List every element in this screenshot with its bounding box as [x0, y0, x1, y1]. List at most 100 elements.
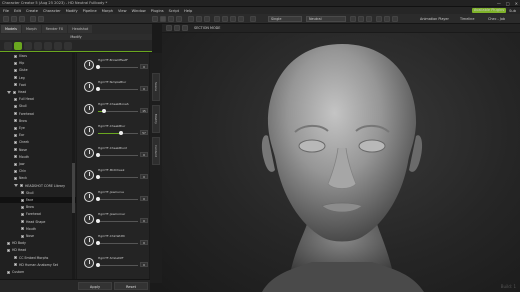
tree-item[interactable]: Face — [0, 197, 76, 203]
available-plugins-badge[interactable]: Available Plugins — [471, 8, 507, 13]
new-file-icon[interactable] — [3, 16, 9, 22]
sub-label[interactable]: Sub — [509, 9, 516, 13]
view-mode-dropdown[interactable]: Neutral — [306, 16, 346, 22]
material-icon[interactable] — [24, 42, 32, 50]
dial-icon[interactable] — [84, 126, 94, 136]
slider-track[interactable] — [98, 109, 138, 113]
tree-item[interactable]: Hip — [14, 60, 24, 66]
menu-script[interactable]: Script — [169, 9, 179, 13]
menu-character[interactable]: Character — [43, 9, 61, 13]
tab-render-fx[interactable]: Render FX — [41, 25, 68, 33]
tree-item-checkbox[interactable] — [21, 234, 24, 238]
dial-icon[interactable] — [84, 236, 94, 246]
rotate-icon[interactable] — [168, 16, 174, 22]
tree-item[interactable]: HEADSHOT CORE Library — [14, 183, 65, 189]
info-icon[interactable] — [358, 16, 364, 22]
slider-value-field[interactable]: 0 — [140, 218, 148, 223]
dial-icon[interactable] — [84, 82, 94, 92]
undo-icon[interactable] — [30, 16, 36, 22]
tab-morph[interactable]: Morph — [21, 25, 41, 33]
tree-item-checkbox[interactable] — [21, 220, 24, 224]
tree-item-checkbox[interactable] — [21, 205, 24, 209]
slider-track[interactable] — [96, 87, 138, 91]
grid-icon[interactable] — [222, 16, 228, 22]
tree-item[interactable]: HD Head — [7, 247, 26, 253]
slider-handle[interactable] — [96, 219, 100, 223]
slider-value-field[interactable]: 0 — [140, 196, 148, 201]
tree-item[interactable]: Custom — [7, 269, 24, 275]
tree-item-checkbox[interactable] — [14, 61, 17, 65]
slider-value-field[interactable]: 0 — [140, 152, 148, 157]
timeline-button[interactable]: Timeline — [460, 16, 474, 22]
tree-item-checkbox[interactable] — [14, 76, 17, 80]
slider-track[interactable] — [96, 241, 138, 245]
tree-item-checkbox[interactable] — [21, 198, 24, 202]
slider-handle[interactable] — [96, 263, 100, 267]
tree-item[interactable]: Skull — [14, 103, 27, 109]
tree-item[interactable]: Glute — [14, 67, 28, 73]
slider-track[interactable] — [96, 263, 138, 267]
animation-player-button[interactable]: Animation Player — [420, 16, 449, 22]
face-icon[interactable] — [64, 42, 72, 50]
tree-item[interactable]: Forehead — [21, 211, 41, 217]
slider-track[interactable] — [98, 131, 138, 135]
tree-item-checkbox[interactable] — [14, 162, 17, 166]
tree-item-checkbox[interactable] — [14, 263, 17, 267]
tree-item-checkbox[interactable] — [14, 133, 17, 137]
pose-icon[interactable] — [54, 42, 62, 50]
motion-icon[interactable] — [34, 42, 42, 50]
tree-item[interactable]: Skull — [21, 190, 34, 196]
tree-item[interactable]: Brow — [21, 204, 34, 210]
dial-icon[interactable] — [84, 192, 94, 202]
move-icon[interactable] — [160, 16, 166, 22]
tree-item[interactable]: Head — [7, 89, 26, 95]
tree-item[interactable]: Nose — [21, 233, 34, 239]
tree-item[interactable]: Jaw — [14, 161, 25, 167]
tree-item[interactable]: Eye — [14, 125, 25, 131]
dial-icon[interactable] — [84, 214, 94, 224]
tree-item-checkbox[interactable] — [21, 191, 24, 195]
morph-icon[interactable] — [14, 42, 22, 50]
attribute-icon[interactable] — [4, 42, 12, 50]
menu-file[interactable]: File — [3, 9, 9, 13]
tab-headshot[interactable]: Headshot — [68, 25, 93, 33]
camera-icon[interactable] — [188, 16, 194, 22]
tree-item-checkbox[interactable] — [14, 97, 17, 101]
menu-morph[interactable]: Morph — [102, 9, 113, 13]
scrollbar-thumb[interactable] — [72, 163, 75, 213]
share-icon[interactable] — [384, 16, 390, 22]
display-icon[interactable] — [230, 16, 236, 22]
close-button[interactable]: ✕ — [515, 1, 518, 6]
expand-arrow-icon[interactable] — [7, 90, 11, 94]
menu-view[interactable]: View — [118, 9, 127, 13]
tree-item-checkbox[interactable] — [13, 90, 16, 94]
menu-create[interactable]: Create — [26, 9, 38, 13]
menu-help[interactable]: Help — [184, 9, 192, 13]
tree-item[interactable]: Foot — [14, 82, 26, 88]
menu-edit[interactable]: Edit — [14, 9, 21, 13]
wireframe-icon[interactable] — [238, 16, 244, 22]
slider-value-field[interactable]: 0 — [140, 86, 148, 91]
scale-icon[interactable] — [176, 16, 182, 22]
tree-item[interactable]: Chin — [14, 168, 26, 174]
slider-track[interactable] — [96, 175, 138, 179]
redo-icon[interactable] — [38, 16, 44, 22]
zoom-icon[interactable] — [196, 16, 202, 22]
expand-arrow-icon[interactable] — [14, 184, 18, 188]
slider-track[interactable] — [96, 153, 138, 157]
tree-item[interactable]: Nose — [14, 147, 27, 153]
tree-item-checkbox[interactable] — [20, 184, 23, 188]
slider-handle[interactable] — [96, 197, 100, 201]
slider-value-field[interactable]: 0 — [140, 174, 148, 179]
slider-track[interactable] — [96, 219, 138, 223]
slider-handle[interactable] — [96, 241, 100, 245]
tree-item-checkbox[interactable] — [14, 68, 17, 72]
slider-value-field[interactable]: 0 — [140, 240, 148, 245]
slider-handle[interactable] — [96, 175, 100, 179]
tree-item-checkbox[interactable] — [14, 169, 17, 173]
tree-item-checkbox[interactable] — [7, 241, 10, 245]
export-icon[interactable] — [376, 16, 382, 22]
tree-scrollbar[interactable] — [72, 53, 75, 279]
tree-item[interactable]: HD Body — [7, 240, 26, 246]
tree-item[interactable]: HD Human Anatomy Set — [14, 262, 58, 268]
